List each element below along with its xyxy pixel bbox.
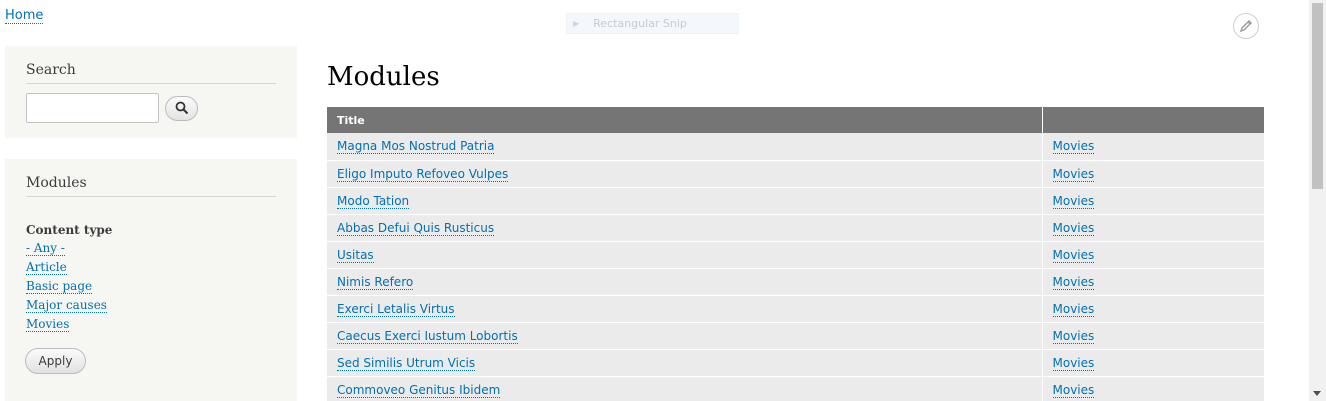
rectangular-snip-tooltip: ▶ Rectangular Snip xyxy=(566,13,739,34)
content-type-link[interactable]: Movies xyxy=(1052,193,1095,209)
node-title-link[interactable]: Usitas xyxy=(337,247,374,263)
type-cell: Movies xyxy=(1042,268,1264,296)
search-input[interactable] xyxy=(26,93,159,123)
modules-table: Title Magna Mos Nostrud Patria Movies El… xyxy=(327,107,1264,401)
search-block: Search xyxy=(5,46,297,138)
modules-block-title: Modules xyxy=(26,175,276,197)
type-cell: Movies xyxy=(1042,376,1264,401)
title-cell: Abbas Defui Quis Rusticus xyxy=(327,214,1043,242)
node-title-link[interactable]: Sed Similis Utrum Vicis xyxy=(337,355,476,371)
search-form xyxy=(26,93,276,123)
content-type-link[interactable]: Movies xyxy=(1052,139,1095,155)
type-cell: Movies xyxy=(1042,241,1264,269)
snip-icon: ▶ xyxy=(573,19,580,28)
table-row: Usitas Movies xyxy=(327,241,1264,269)
filter-item: Basic page xyxy=(26,276,276,295)
type-cell: Movies xyxy=(1042,295,1264,323)
content-type-link[interactable]: Movies xyxy=(1052,247,1095,263)
table-row: Nimis Refero Movies xyxy=(327,268,1264,296)
title-cell: Modo Tation xyxy=(327,187,1043,215)
filter-item: - Any - xyxy=(26,238,276,257)
node-title-link[interactable]: Modo Tation xyxy=(337,193,410,209)
filter-link-basic-page[interactable]: Basic page xyxy=(26,279,93,294)
scrollbar-thumb[interactable] xyxy=(1312,3,1323,189)
filter-item: Major causes xyxy=(26,295,276,314)
title-cell: Usitas xyxy=(327,241,1043,269)
node-title-link[interactable]: Nimis Refero xyxy=(337,274,414,290)
type-cell: Movies xyxy=(1042,160,1264,188)
modules-filter-block: Modules Content type - Any - Article Bas… xyxy=(5,159,297,401)
title-cell: Exerci Letalis Virtus xyxy=(327,295,1043,323)
filter-item: Article xyxy=(26,257,276,276)
title-cell: Caecus Exerci Iustum Lobortis xyxy=(327,322,1043,350)
node-title-link[interactable]: Abbas Defui Quis Rusticus xyxy=(337,220,495,236)
column-header-type xyxy=(1042,107,1264,133)
vertical-scrollbar[interactable] xyxy=(1309,0,1326,401)
content-type-link[interactable]: Movies xyxy=(1052,355,1095,371)
edit-pencil-button[interactable] xyxy=(1233,13,1259,39)
table-row: Abbas Defui Quis Rusticus Movies xyxy=(327,214,1264,242)
content-type-link[interactable]: Movies xyxy=(1052,328,1095,344)
page-title: Modules xyxy=(327,62,440,92)
filter-item: Movies xyxy=(26,314,276,333)
breadcrumb-home-link[interactable]: Home xyxy=(5,8,44,24)
node-title-link[interactable]: Caecus Exerci Iustum Lobortis xyxy=(337,328,518,344)
content-type-link[interactable]: Movies xyxy=(1052,382,1095,398)
content-type-heading: Content type xyxy=(26,223,113,237)
title-cell: Eligo Imputo Refoveo Vulpes xyxy=(327,160,1043,188)
table-row: Exerci Letalis Virtus Movies xyxy=(327,295,1264,323)
apply-button[interactable]: Apply xyxy=(25,348,86,374)
type-cell: Movies xyxy=(1042,133,1264,161)
type-cell: Movies xyxy=(1042,349,1264,377)
content-type-filter-list: - Any - Article Basic page Major causes … xyxy=(26,238,276,333)
search-icon xyxy=(175,101,188,115)
content-type-link[interactable]: Movies xyxy=(1052,166,1095,182)
type-cell: Movies xyxy=(1042,322,1264,350)
filter-link-major-causes[interactable]: Major causes xyxy=(26,298,107,313)
table-row: Commoveo Genitus Ibidem Movies xyxy=(327,376,1264,401)
title-cell: Nimis Refero xyxy=(327,268,1043,296)
scroll-down-arrow-icon[interactable] xyxy=(1313,391,1321,396)
node-title-link[interactable]: Exerci Letalis Virtus xyxy=(337,301,455,317)
table-row: Sed Similis Utrum Vicis Movies xyxy=(327,349,1264,377)
table-row: Caecus Exerci Iustum Lobortis Movies xyxy=(327,322,1264,350)
filter-link-article[interactable]: Article xyxy=(26,260,67,275)
content-type-link[interactable]: Movies xyxy=(1052,301,1095,317)
filter-link-movies[interactable]: Movies xyxy=(26,317,70,332)
table-row: Modo Tation Movies xyxy=(327,187,1264,215)
snip-label: Rectangular Snip xyxy=(593,17,687,30)
content-type-link[interactable]: Movies xyxy=(1052,220,1095,236)
node-title-link[interactable]: Magna Mos Nostrud Patria xyxy=(337,139,495,155)
search-button[interactable] xyxy=(165,95,198,121)
search-block-title: Search xyxy=(26,62,276,84)
table-row: Eligo Imputo Refoveo Vulpes Movies xyxy=(327,160,1264,188)
title-cell: Magna Mos Nostrud Patria xyxy=(327,133,1043,161)
filter-link-any[interactable]: - Any - xyxy=(26,241,65,256)
node-title-link[interactable]: Commoveo Genitus Ibidem xyxy=(337,382,501,398)
title-cell: Commoveo Genitus Ibidem xyxy=(327,376,1043,401)
column-header-title: Title xyxy=(327,107,1043,133)
title-cell: Sed Similis Utrum Vicis xyxy=(327,349,1043,377)
type-cell: Movies xyxy=(1042,214,1264,242)
type-cell: Movies xyxy=(1042,187,1264,215)
content-type-link[interactable]: Movies xyxy=(1052,274,1095,290)
table-row: Magna Mos Nostrud Patria Movies xyxy=(327,133,1264,161)
pencil-icon xyxy=(1239,20,1252,33)
node-title-link[interactable]: Eligo Imputo Refoveo Vulpes xyxy=(337,166,509,182)
table-header-row: Title xyxy=(327,107,1264,133)
